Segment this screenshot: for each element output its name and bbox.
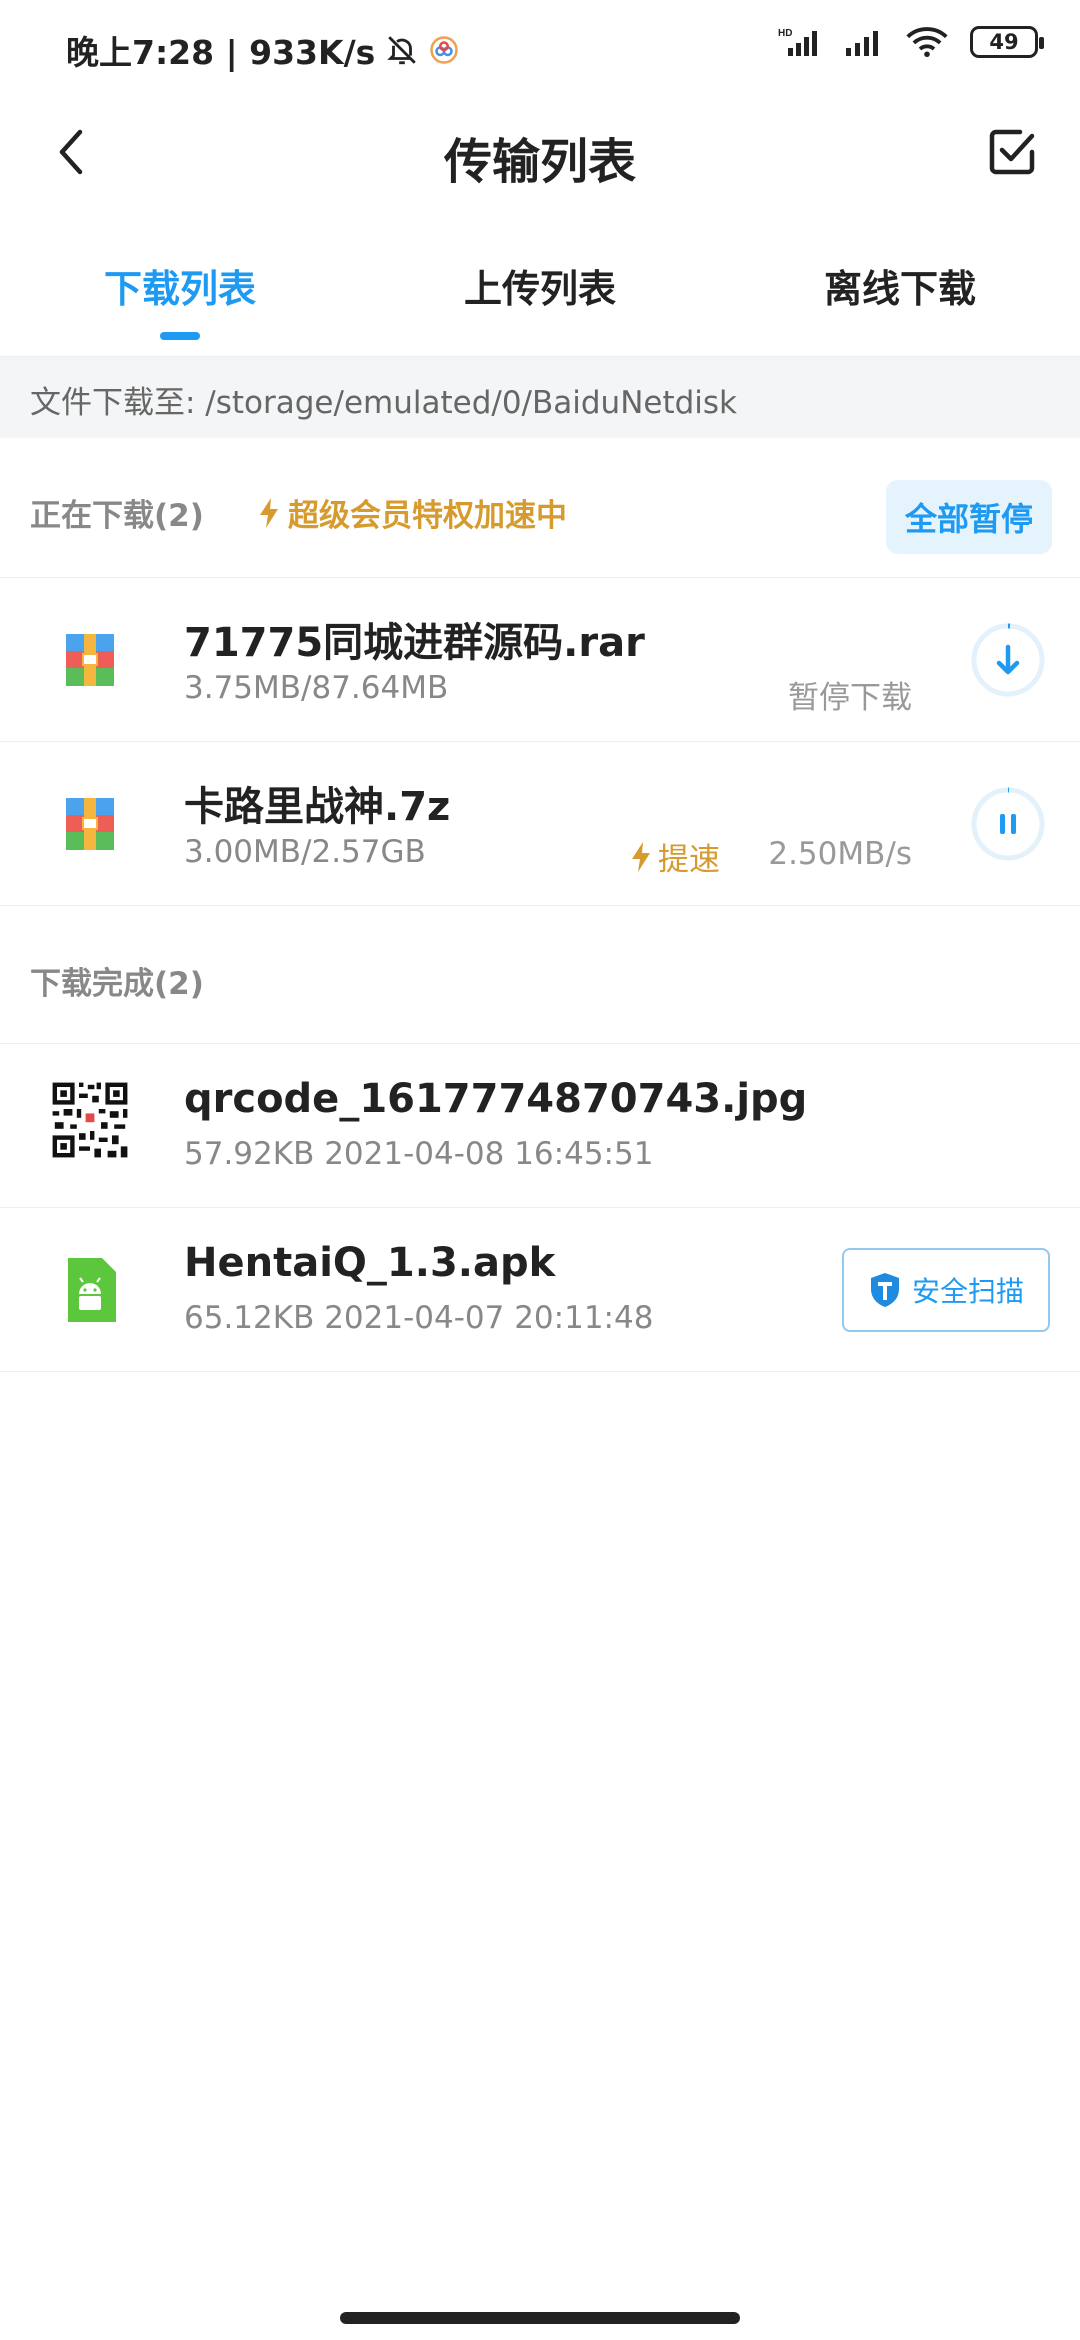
multi-select-icon[interactable] [984,124,1040,180]
vip-acceleration-label: 超级会员特权加速中 [258,490,567,535]
archive-icon [66,634,114,686]
pause-icon[interactable] [968,784,1048,864]
status-bar: 晚上7:28 | 933K/s HD 49 [0,0,1080,96]
tab-upload-list[interactable]: 上传列表 [360,240,720,356]
shield-icon [870,1273,899,1307]
status-right: HD 49 [778,26,1044,58]
download-status: 暂停下载 [788,680,912,716]
list-item[interactable]: HentaiQ_1.3.apk 65.12KB 2021-04-07 20:11… [0,1208,1080,1372]
page-title: 传输列表 [443,134,636,190]
title-bar: 传输列表 [0,100,1080,204]
speedup-button[interactable]: 提速 [630,834,720,879]
status-left: 晚上7:28 | 933K/s [66,26,459,74]
file-name: 卡路里战神.7z [184,784,451,830]
completed-section-header: 下载完成(2) [0,906,1080,1044]
tab-download-list[interactable]: 下载列表 [0,240,360,356]
bell-off-icon [387,36,417,65]
vip-acceleration-text: 超级会员特权加速中 [288,498,567,534]
file-progress: 3.00MB/2.57GB [184,834,426,870]
list-item[interactable]: 71775同城进群源码.rar 3.75MB/87.64MB 暂停下载 [0,578,1080,742]
android-apk-icon [68,1258,116,1322]
lightning-icon [632,841,650,872]
file-name: 71775同城进群源码.rar [184,620,645,666]
signal-hd-icon: HD [778,28,817,56]
list-item[interactable]: 卡路里战神.7z 3.00MB/2.57GB 提速 2.50MB/s [0,742,1080,906]
lightning-icon [260,497,278,528]
file-info: 57.92KB 2021-04-08 16:45:51 [184,1136,654,1172]
security-scan-button[interactable]: 安全扫描 [842,1248,1050,1332]
security-scan-label: 安全扫描 [911,1275,1024,1308]
download-path-bar: 文件下载至: /storage/emulated/0/BaiduNetdisk [0,356,1080,438]
download-speed: 2.50MB/s [768,836,912,872]
signal-icon [846,31,878,56]
battery-indicator: 49 [970,26,1044,58]
file-name: qrcode_1617774870743.jpg [184,1076,808,1122]
pause-all-button[interactable]: 全部暂停 [886,480,1052,554]
app-notification-icon [430,36,459,64]
download-path-text: 文件下载至: /storage/emulated/0/BaiduNetdisk [30,385,738,421]
wifi-icon [906,27,948,58]
speedup-label: 提速 [658,842,720,878]
downloading-section-header: 正在下载(2) 超级会员特权加速中 全部暂停 [0,438,1080,578]
download-arrow-icon[interactable] [968,620,1048,700]
svg-text:HD: HD [778,28,792,39]
file-name: HentaiQ_1.3.apk [184,1240,556,1286]
archive-icon [66,798,114,850]
file-progress: 3.75MB/87.64MB [184,670,449,706]
downloading-title: 正在下载(2) [30,498,204,534]
tab-offline-download[interactable]: 离线下载 [720,240,1080,356]
file-info: 65.12KB 2021-04-07 20:11:48 [184,1300,654,1336]
status-time-speed: 晚上7:28 | 933K/s [66,33,376,72]
list-item[interactable]: qrcode_1617774870743.jpg 57.92KB 2021-04… [0,1044,1080,1208]
tab-bar: 下载列表 上传列表 离线下载 [0,240,1080,356]
home-indicator[interactable] [340,2312,740,2324]
qr-thumbnail [46,1076,134,1164]
completed-title: 下载完成(2) [30,966,204,1002]
